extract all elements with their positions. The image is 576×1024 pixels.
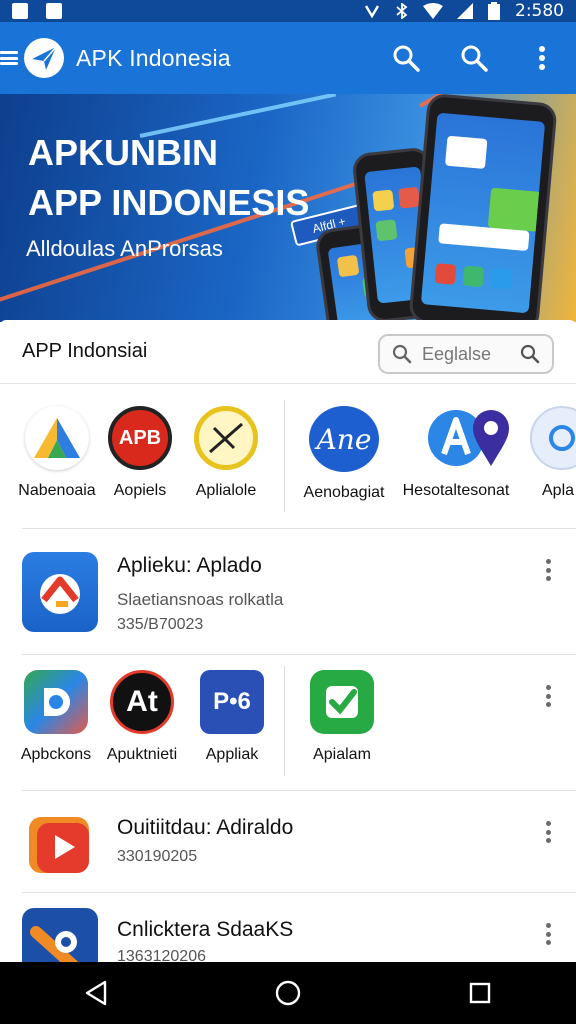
notification-icon: [46, 3, 62, 19]
item-more-button[interactable]: [540, 556, 556, 584]
home-icon: [275, 980, 301, 1006]
app-tile[interactable]: Ane Aenobagiat: [300, 406, 388, 502]
app-label: Nabenoaia: [18, 482, 96, 499]
notification-icon: [12, 3, 28, 19]
list-item[interactable]: Cnlicktera SdaaKS 1363120206: [0, 894, 576, 988]
app-tile[interactable]: APB Aopiels: [100, 406, 180, 500]
item-title: Aplieku: Aplado: [117, 554, 262, 577]
app-tile[interactable]: Nabenoaia: [14, 406, 100, 500]
search-icon: [393, 45, 420, 72]
signal-icon: [457, 3, 473, 19]
search-button[interactable]: [440, 22, 508, 94]
item-more-button[interactable]: [540, 818, 556, 846]
search-input[interactable]: Eeglalse: [378, 334, 554, 374]
app-label: Aopiels: [113, 482, 167, 499]
apb-badge-icon: APB: [108, 406, 172, 470]
search-icon: [520, 344, 540, 364]
play-icon: [22, 804, 98, 884]
item-number: 335/B70023: [117, 616, 204, 633]
check-icon: [310, 670, 374, 734]
screen: 2:580 APK Indonesia APKUNBIN APP INDONES…: [0, 0, 576, 1024]
app-tile[interactable]: P•6 Appliak: [192, 670, 272, 764]
item-title: Cnlicktera SdaaKS: [117, 918, 294, 941]
chart-arrow-icon: [22, 552, 98, 632]
app-title: APK Indonesia: [76, 44, 231, 71]
app-bar: APK Indonesia: [0, 22, 576, 94]
item-number: 330190205: [117, 848, 198, 865]
divider: [22, 790, 576, 791]
script-a-icon: Ane: [309, 406, 379, 472]
status-time: 2:580: [515, 1, 564, 21]
recents-icon: [469, 982, 491, 1004]
app-tile[interactable]: Aplialole: [186, 406, 266, 500]
divider: [284, 400, 285, 512]
wifi-icon: [423, 3, 443, 19]
status-bar: 2:580: [0, 0, 576, 22]
back-button[interactable]: [66, 962, 126, 1024]
search-icon: [461, 45, 488, 72]
item-title: Ouitiitdau: Adiraldo: [117, 816, 294, 839]
banner-subtitle: Alldoulas AnProrsas: [26, 236, 223, 261]
battery-icon: [488, 2, 500, 20]
divider: [22, 528, 576, 529]
promo-banner[interactable]: APKUNBIN APP INDONESIS Alldoulas AnPrors…: [0, 94, 576, 322]
search-icon: [392, 344, 412, 364]
banner-title: APP INDONESIS: [28, 182, 310, 223]
divider: [284, 666, 285, 776]
section-title: APP Indonsiai: [22, 340, 148, 362]
app-label: Apuktnieti: [106, 746, 178, 763]
app-tile[interactable]: At Apuktnieti: [102, 670, 182, 764]
p-chat-icon: P•6: [200, 670, 264, 734]
circle-app-icon: [530, 406, 576, 470]
search-button[interactable]: [372, 22, 440, 94]
bluetooth-icon: [396, 3, 408, 19]
app-tile[interactable]: Apialam: [302, 670, 382, 764]
list-item[interactable]: Aplieku: Aplado Slaetiansnoas rolkatla 3…: [0, 530, 576, 654]
divider: [22, 654, 576, 655]
menu-icon[interactable]: [0, 49, 18, 67]
app-logo: [24, 38, 64, 78]
overflow-menu-button[interactable]: [508, 22, 576, 94]
row-more-button[interactable]: [540, 682, 556, 710]
content-sheet: APP Indonsiai Eeglalse Nabenoaia APB Aop…: [0, 320, 576, 988]
no-pen-icon: [194, 406, 258, 470]
app-label: Appliak: [205, 746, 259, 763]
app-label: Aenobagiat: [303, 484, 385, 501]
banner-title: APKUNBIN: [28, 132, 219, 173]
app-label: Apbckons: [20, 746, 92, 763]
back-icon: [85, 980, 107, 1006]
at-logo-icon: At: [110, 670, 174, 734]
app-label: Aplialole: [195, 482, 257, 499]
home-button[interactable]: [258, 962, 318, 1024]
triangle-logo-icon: [25, 406, 89, 470]
divider: [22, 892, 576, 893]
list-item[interactable]: Ouitiitdau: Adiraldo 330190205: [0, 792, 576, 892]
item-more-button[interactable]: [540, 920, 556, 948]
location-pin-icon: [469, 406, 513, 470]
app-label: Hesotaltesonat: [402, 482, 510, 499]
app-tile[interactable]: [466, 406, 516, 470]
more-vert-icon: [539, 46, 545, 70]
navigation-bar: [0, 962, 576, 1024]
item-subtitle: Slaetiansnoas rolkatla: [117, 590, 284, 609]
d-logo-icon: [24, 670, 88, 734]
phone-image: [408, 94, 558, 322]
recents-button[interactable]: [450, 962, 510, 1024]
app-tile[interactable]: Apbckons: [18, 670, 94, 764]
section-header: APP Indonsiai Eeglalse: [0, 320, 576, 384]
vibrate-icon: [364, 5, 380, 19]
app-tile[interactable]: Apla: [530, 406, 576, 500]
app-label: Apla: [542, 482, 575, 499]
app-label: Apialam: [313, 746, 371, 763]
search-placeholder: Eeglalse: [422, 343, 492, 364]
